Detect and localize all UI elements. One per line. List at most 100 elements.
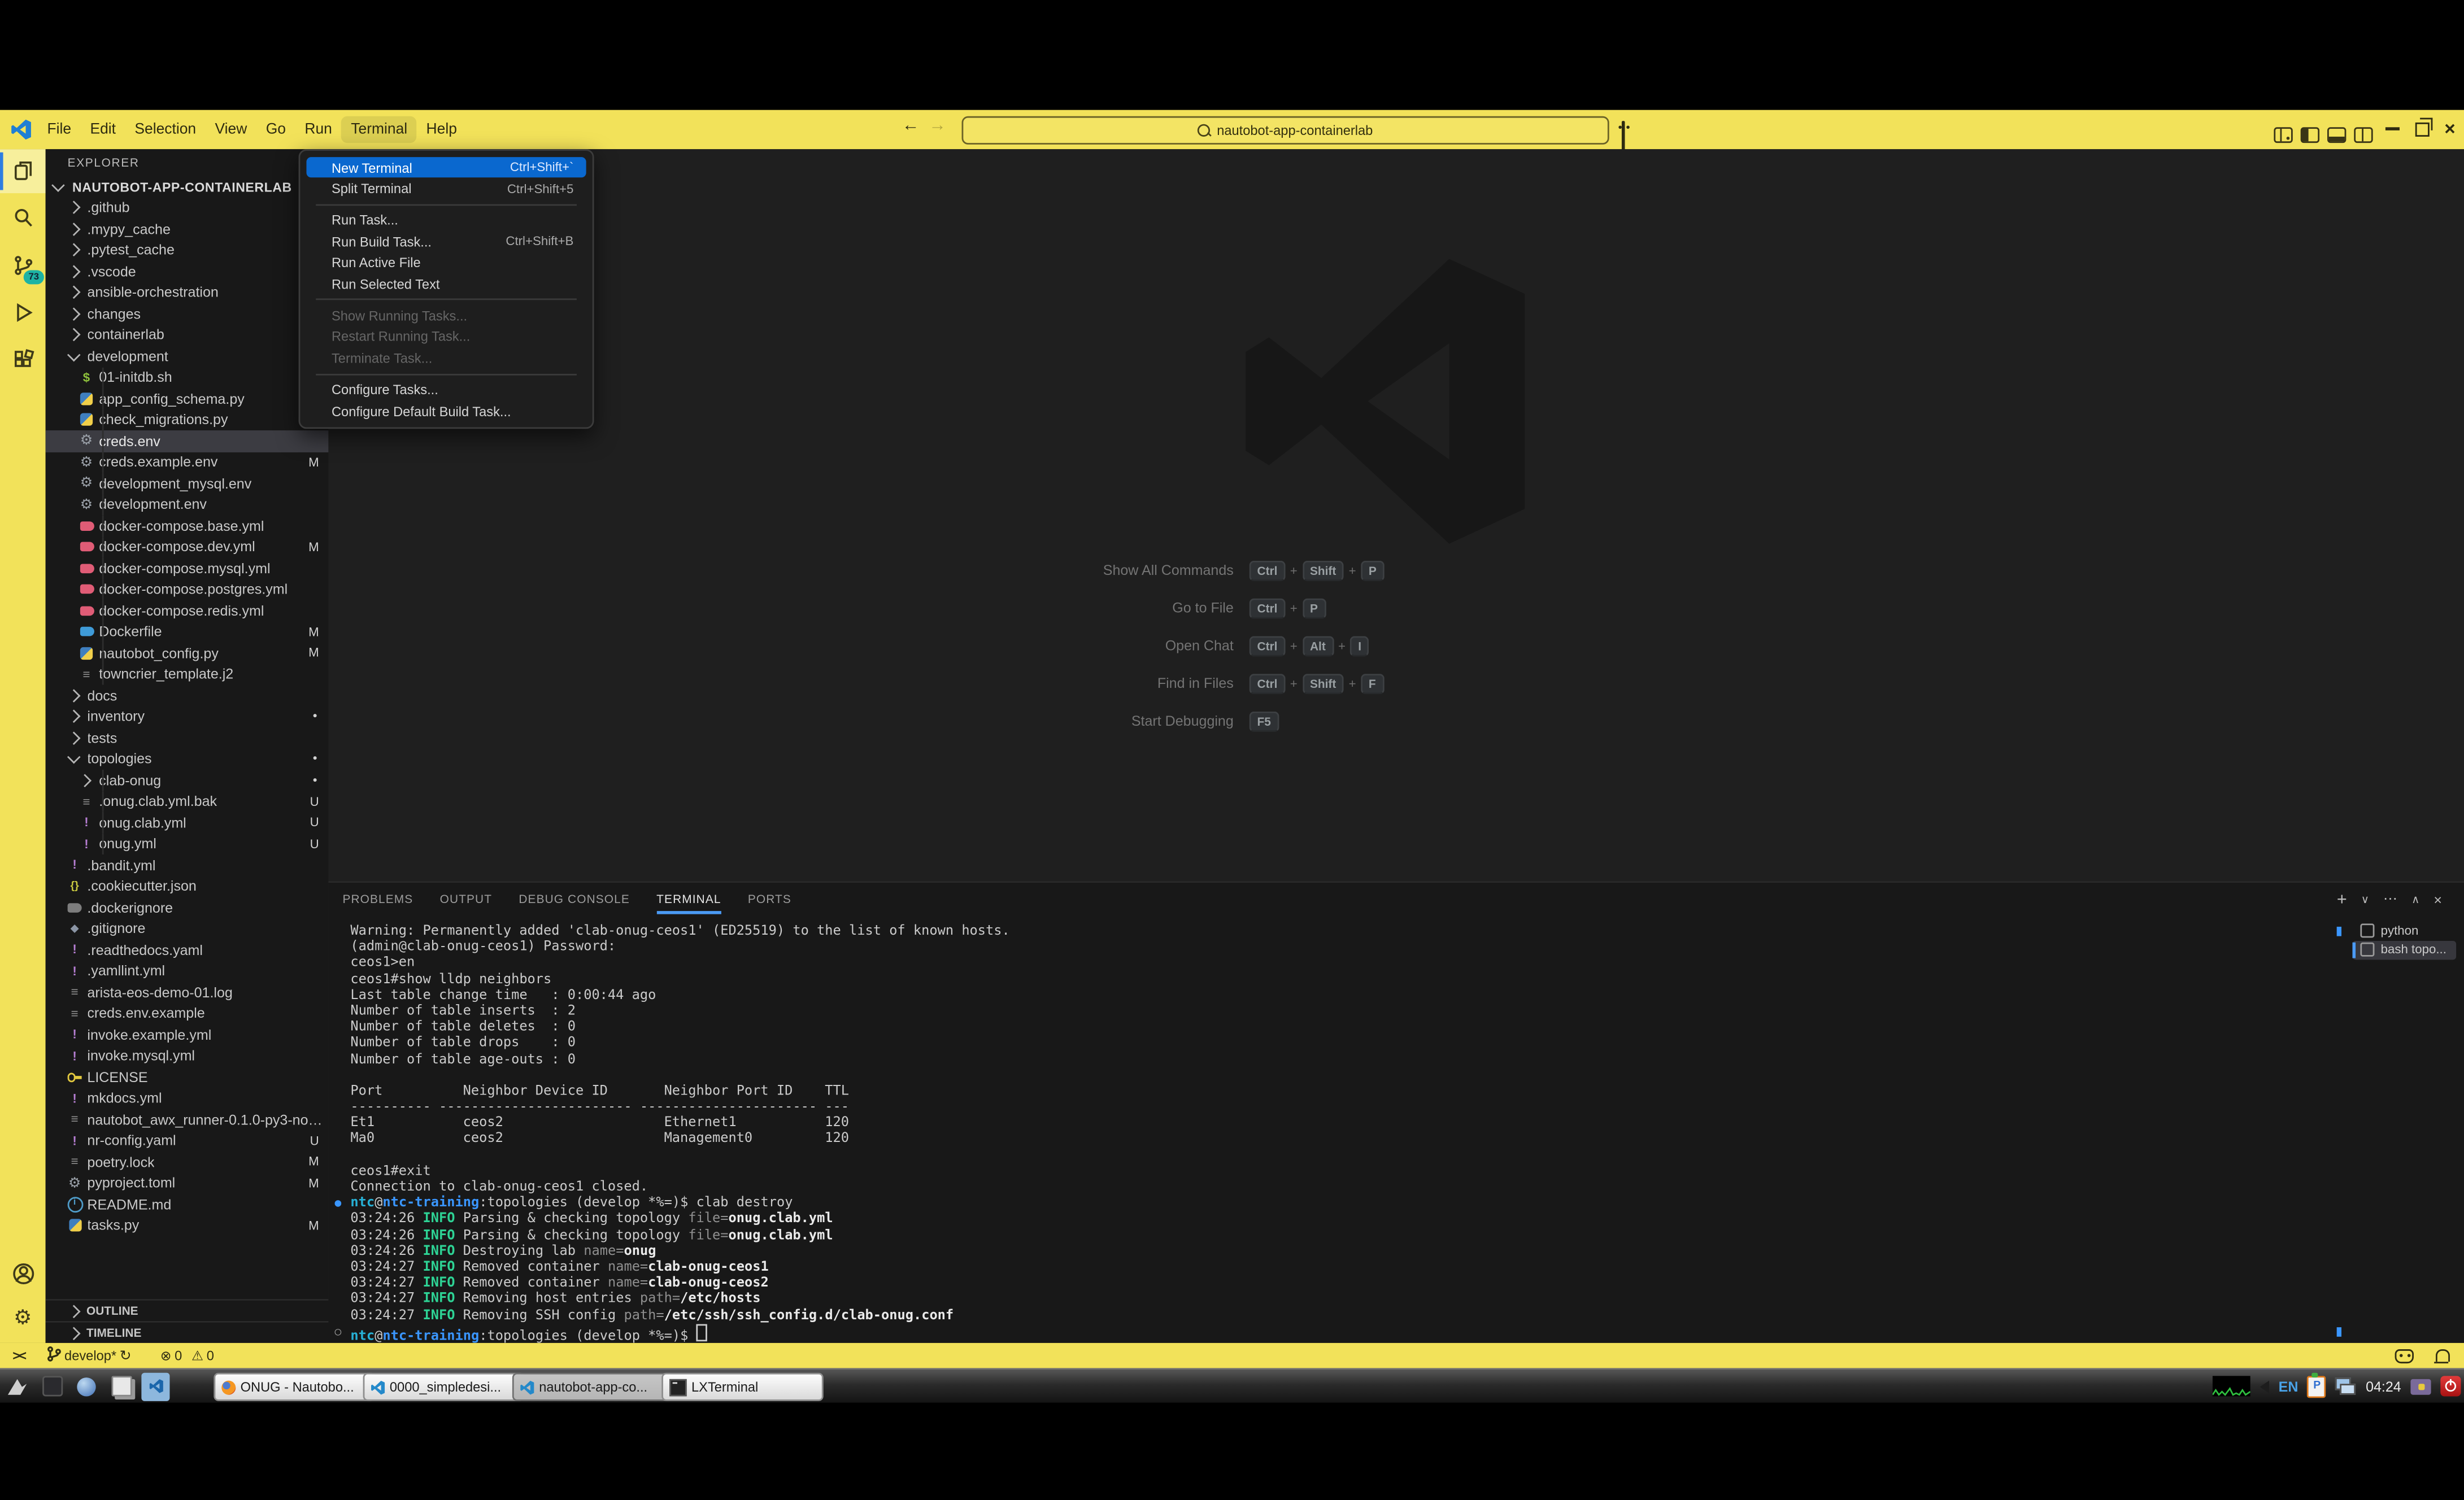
- tree-item-towncrier-template-j2[interactable]: ≡towncrier_template.j2: [46, 664, 329, 685]
- tree-item-github[interactable]: .github: [46, 197, 329, 219]
- tree-item-yamllint-yml[interactable]: !.yamllint.yml: [46, 961, 329, 982]
- tree-item-poetry-lock[interactable]: ≡poetry.lockM: [46, 1152, 329, 1173]
- tree-item-docker-compose-postgres-yml[interactable]: docker-compose.postgres.yml: [46, 579, 329, 600]
- tree-item-readme-md[interactable]: iREADME.md: [46, 1194, 329, 1215]
- menu-item-terminate-task[interactable]: Terminate Task...: [306, 347, 586, 368]
- tree-item-nautobot-awx-runner-0-1-0-py3-none[interactable]: ≡nautobot_awx_runner-0.1.0-py3-none-...: [46, 1109, 329, 1131]
- restore-button[interactable]: [2409, 116, 2435, 141]
- tree-item-docker-compose-redis-yml[interactable]: docker-compose.redis.yml: [46, 600, 329, 621]
- copilot-status-icon[interactable]: [2395, 1343, 2414, 1368]
- tree-item-tasks-py[interactable]: tasks.pyM: [46, 1215, 329, 1236]
- menu-item-restart-running-task[interactable]: Restart Running Task...: [306, 326, 586, 347]
- panel-tab-problems[interactable]: PROBLEMS: [342, 883, 413, 915]
- tree-item-dockerfile[interactable]: DockerfileM: [46, 621, 329, 643]
- nav-back-icon[interactable]: ←: [902, 116, 920, 135]
- tree-item-dockerignore[interactable]: .dockerignore: [46, 897, 329, 918]
- power-button[interactable]: [2440, 1376, 2461, 1396]
- tree-item-pyproject-toml[interactable]: ⚙pyproject.tomlM: [46, 1172, 329, 1194]
- menu-terminal[interactable]: Terminal: [342, 116, 417, 143]
- menu-item-split-terminal[interactable]: Split TerminalCtrl+Shift+5: [306, 178, 586, 199]
- terminal-output[interactable]: Warning: Permanently added 'clab-onug-ce…: [335, 923, 2332, 1340]
- volume-icon[interactable]: [2260, 1380, 2269, 1392]
- panel-tab-terminal[interactable]: TERMINAL: [656, 883, 721, 915]
- menu-item-run-task[interactable]: Run Task...: [306, 210, 586, 231]
- settings-gear-icon[interactable]: ⚙: [0, 1296, 46, 1340]
- taskbar-window-onug-nautobo[interactable]: ONUG - Nautobo...: [214, 1373, 376, 1401]
- menu-item-show-running-tasks[interactable]: Show Running Tasks...: [306, 306, 586, 326]
- git-branch-indicator[interactable]: develop* ↻: [47, 1343, 131, 1368]
- tree-item-development[interactable]: development: [46, 346, 329, 367]
- tree-item-docs[interactable]: docs: [46, 685, 329, 707]
- tree-item-nautobot-config-py[interactable]: nautobot_config.pyM: [46, 643, 329, 664]
- menu-selection[interactable]: Selection: [125, 116, 206, 143]
- tree-item-creds-example-env[interactable]: ⚙creds.example.envM: [46, 452, 329, 473]
- tree-item-inventory[interactable]: inventory●: [46, 706, 329, 727]
- toggle-sidebar-icon[interactable]: [2301, 123, 2319, 151]
- minimize-button[interactable]: [2379, 116, 2405, 141]
- tree-item-containerlab[interactable]: containerlab: [46, 324, 329, 346]
- menu-go[interactable]: Go: [256, 116, 295, 143]
- extensions-activity-icon[interactable]: [0, 338, 46, 382]
- search-activity-icon[interactable]: [0, 197, 46, 241]
- tree-item-tests[interactable]: tests: [46, 727, 329, 749]
- tree-item-changes[interactable]: changes: [46, 303, 329, 325]
- command-center-search[interactable]: nautobot-app-containerlab: [962, 116, 1609, 145]
- tree-item-vscode[interactable]: .vscode: [46, 261, 329, 282]
- tree-item-invoke-mysql-yml[interactable]: !invoke.mysql.yml: [46, 1045, 329, 1067]
- clipboard-manager-icon[interactable]: P: [2308, 1375, 2326, 1397]
- menu-help[interactable]: Help: [417, 116, 467, 143]
- tree-item-check-migrations-py[interactable]: check_migrations.py: [46, 409, 329, 431]
- tree-item-mkdocs-yml[interactable]: !mkdocs.yml: [46, 1088, 329, 1109]
- menu-item-configure-tasks[interactable]: Configure Tasks...: [306, 380, 586, 400]
- tree-item-gitignore[interactable]: ◆.gitignore: [46, 918, 329, 940]
- more-actions-icon[interactable]: ⋯: [2383, 891, 2397, 908]
- menu-item-new-terminal[interactable]: New TerminalCtrl+Shift+`: [306, 157, 586, 178]
- screen-lock-icon[interactable]: [2410, 1379, 2431, 1394]
- close-button[interactable]: ×: [2437, 116, 2463, 141]
- tree-item-onug-yml[interactable]: !onug.ymlU: [46, 833, 329, 854]
- panel-tab-debug-console[interactable]: DEBUG CONSOLE: [519, 883, 630, 915]
- explorer-activity-icon[interactable]: [0, 149, 46, 193]
- browser-globe-icon[interactable]: [72, 1372, 101, 1400]
- menu-view[interactable]: View: [206, 116, 256, 143]
- menu-item-configure-default-build-task[interactable]: Configure Default Build Task...: [306, 400, 586, 421]
- close-panel-icon[interactable]: ×: [2433, 891, 2442, 907]
- tree-item-cookiecutter-json[interactable]: {}.cookiecutter.json: [46, 876, 329, 897]
- tree-item-mypy-cache[interactable]: .mypy_cache: [46, 219, 329, 240]
- menu-item-run-selected-text[interactable]: Run Selected Text: [306, 273, 586, 294]
- maximize-panel-icon[interactable]: ∧: [2411, 893, 2419, 905]
- remote-indicator[interactable]: ><: [12, 1343, 25, 1368]
- tree-item-development-mysql-env[interactable]: ⚙development_mysql.env: [46, 473, 329, 494]
- account-icon[interactable]: [0, 1252, 46, 1296]
- panel-tab-ports[interactable]: PORTS: [748, 883, 791, 915]
- toggle-secondary-sidebar-icon[interactable]: [2354, 123, 2372, 151]
- tree-item-invoke-example-yml[interactable]: !invoke.example.yml: [46, 1024, 329, 1045]
- taskbar-window-0000-simpledesi[interactable]: 0000_simpledesi...: [363, 1373, 525, 1401]
- tree-item-license[interactable]: LICENSE: [46, 1066, 329, 1088]
- problems-indicator[interactable]: ⊗0 ⚠0: [160, 1343, 214, 1368]
- run-debug-activity-icon[interactable]: [0, 291, 46, 335]
- menu-run[interactable]: Run: [295, 116, 342, 143]
- copilot-titlebar-icon[interactable]: [1622, 122, 1625, 150]
- menu-item-run-active-file[interactable]: Run Active File: [306, 252, 586, 273]
- tree-item-docker-compose-dev-yml[interactable]: docker-compose.dev.ymlM: [46, 537, 329, 558]
- new-terminal-icon[interactable]: +: [2337, 890, 2347, 909]
- tree-item-onug-clab-yml-bak[interactable]: ≡.onug.clab.yml.bakU: [46, 791, 329, 812]
- terminal-instance-bash-topo[interactable]: bash topo...: [2353, 940, 2457, 960]
- vscode-taskbar-icon[interactable]: [141, 1372, 169, 1400]
- tree-item-bandit-yml[interactable]: !.bandit.yml: [46, 854, 329, 876]
- timeline-section[interactable]: TIMELINE: [46, 1321, 349, 1343]
- network-icon[interactable]: [2336, 1377, 2356, 1395]
- source-control-activity-icon[interactable]: 73: [0, 243, 46, 287]
- tree-item-onug-clab-yml[interactable]: !onug.clab.ymlU: [46, 812, 329, 834]
- taskbar-window-nautobot-app-co[interactable]: nautobot-app-co...: [512, 1373, 674, 1401]
- menu-edit[interactable]: Edit: [81, 116, 125, 143]
- tree-item-topologies[interactable]: topologies●: [46, 748, 329, 770]
- nav-forward-icon[interactable]: →: [929, 116, 946, 135]
- terminal-instance-python[interactable]: python: [2353, 921, 2457, 940]
- tree-item-pytest-cache[interactable]: .pytest_cache: [46, 239, 329, 261]
- tree-item-01-initdb-sh[interactable]: $01-initdb.sh: [46, 367, 329, 388]
- windows-app-icon[interactable]: [107, 1372, 135, 1400]
- menu-item-run-build-task[interactable]: Run Build Task...Ctrl+Shift+B: [306, 231, 586, 252]
- taskbar-clock[interactable]: 04:24: [2366, 1379, 2401, 1394]
